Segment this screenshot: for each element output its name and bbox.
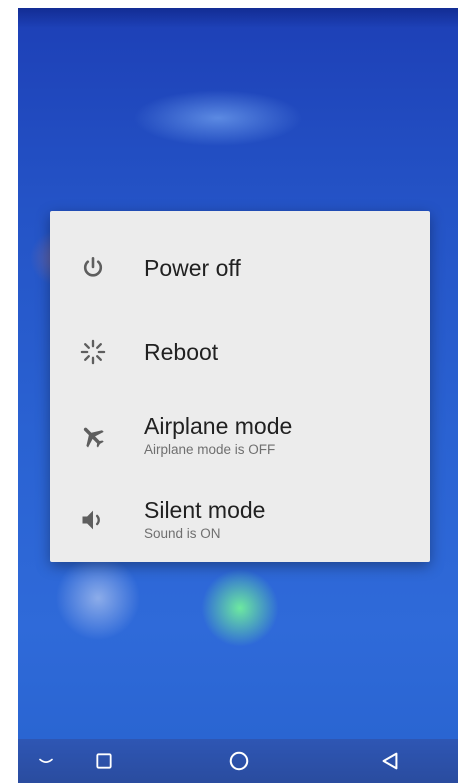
silent-mode-label: Silent mode xyxy=(144,497,266,523)
chevron-down-icon xyxy=(37,752,55,770)
power-off-label: Power off xyxy=(144,255,241,281)
status-bar-area xyxy=(18,8,458,28)
silent-mode-status: Sound is ON xyxy=(144,526,221,541)
power-icon xyxy=(76,251,110,285)
square-recents-icon xyxy=(94,751,114,771)
silent-mode-option[interactable]: Silent mode Sound is ON xyxy=(50,478,430,562)
reboot-spinner-icon xyxy=(76,335,110,369)
reboot-label: Reboot xyxy=(144,339,219,365)
back-button[interactable] xyxy=(366,739,414,783)
circle-home-icon xyxy=(228,750,250,772)
airplane-mode-option[interactable]: Airplane mode Airplane mode is OFF xyxy=(50,394,430,478)
airplane-mode-status: Airplane mode is OFF xyxy=(144,442,276,457)
phone-screen: Power off Reboot Airplane mode Airplane … xyxy=(18,8,458,783)
hide-keyboard-button[interactable] xyxy=(22,739,70,783)
recents-button[interactable] xyxy=(80,739,128,783)
airplane-mode-label: Airplane mode xyxy=(144,413,293,439)
reboot-option[interactable]: Reboot xyxy=(50,310,430,394)
airplane-icon xyxy=(76,419,110,453)
speaker-icon xyxy=(76,503,110,537)
home-button[interactable] xyxy=(215,739,263,783)
power-off-option[interactable]: Power off xyxy=(50,226,430,310)
navigation-bar xyxy=(18,739,458,783)
power-menu-dialog: Power off Reboot Airplane mode Airplane … xyxy=(50,211,430,562)
triangle-back-icon xyxy=(379,750,401,772)
